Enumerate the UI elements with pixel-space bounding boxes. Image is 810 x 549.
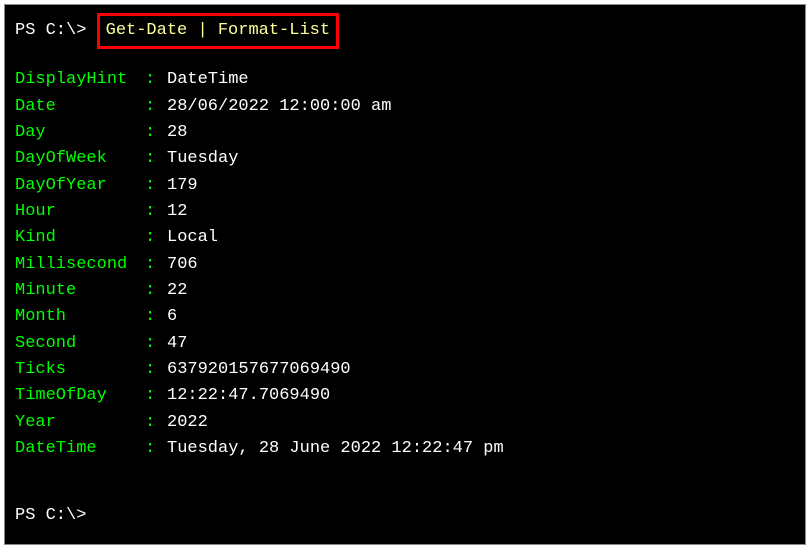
property-value: 706: [167, 252, 198, 278]
entered-command: Get-Date | Format-List: [97, 13, 339, 49]
property-value: 12:22:47.7069490: [167, 383, 330, 409]
colon-separator: :: [145, 120, 167, 146]
prompt-prefix: PS C:\>: [15, 18, 97, 44]
property-name: Kind: [15, 225, 145, 251]
property-value: 28: [167, 120, 187, 146]
property-value: Local: [167, 225, 218, 251]
property-name: DisplayHint: [15, 67, 145, 93]
output-row: Year:2022: [15, 410, 795, 436]
colon-separator: :: [145, 173, 167, 199]
prompt-line-2: PS C:\>: [15, 503, 795, 529]
colon-separator: :: [145, 94, 167, 120]
prompt-line-1: PS C:\> Get-Date | Format-List: [15, 13, 795, 49]
output-row: Second:47: [15, 331, 795, 357]
property-name: DayOfYear: [15, 173, 145, 199]
property-value: 179: [167, 173, 198, 199]
output-row: Hour:12: [15, 199, 795, 225]
terminal-window[interactable]: PS C:\> Get-Date | Format-List DisplayHi…: [4, 4, 806, 545]
colon-separator: :: [145, 304, 167, 330]
property-value: 2022: [167, 410, 208, 436]
colon-separator: :: [145, 331, 167, 357]
output-row: Date:28/06/2022 12:00:00 am: [15, 94, 795, 120]
colon-separator: :: [145, 357, 167, 383]
property-name: Ticks: [15, 357, 145, 383]
colon-separator: :: [145, 67, 167, 93]
colon-separator: :: [145, 410, 167, 436]
property-value: 12: [167, 199, 187, 225]
property-name: Year: [15, 410, 145, 436]
output-row: DateTime:Tuesday, 28 June 2022 12:22:47 …: [15, 436, 795, 462]
colon-separator: :: [145, 199, 167, 225]
output-row: DayOfWeek:Tuesday: [15, 146, 795, 172]
property-name: Hour: [15, 199, 145, 225]
property-value: 47: [167, 331, 187, 357]
property-value: DateTime: [167, 67, 249, 93]
property-name: DayOfWeek: [15, 146, 145, 172]
output-row: Millisecond:706: [15, 252, 795, 278]
property-name: Month: [15, 304, 145, 330]
colon-separator: :: [145, 278, 167, 304]
colon-separator: :: [145, 146, 167, 172]
colon-separator: :: [145, 383, 167, 409]
output-row: Kind:Local: [15, 225, 795, 251]
property-name: Second: [15, 331, 145, 357]
property-value: 28/06/2022 12:00:00 am: [167, 94, 391, 120]
property-name: Millisecond: [15, 252, 145, 278]
output-row: Minute:22: [15, 278, 795, 304]
output-row: DayOfYear:179: [15, 173, 795, 199]
property-name: TimeOfDay: [15, 383, 145, 409]
property-value: 6: [167, 304, 177, 330]
property-name: Date: [15, 94, 145, 120]
property-value: 22: [167, 278, 187, 304]
output-row: Ticks:637920157677069490: [15, 357, 795, 383]
output-row: Month:6: [15, 304, 795, 330]
output-row: DisplayHint:DateTime: [15, 67, 795, 93]
output-block: DisplayHint:DateTimeDate:28/06/2022 12:0…: [15, 67, 795, 462]
prompt-prefix-2: PS C:\>: [15, 506, 86, 525]
property-value: 637920157677069490: [167, 357, 351, 383]
property-name: Minute: [15, 278, 145, 304]
colon-separator: :: [145, 252, 167, 278]
output-row: TimeOfDay:12:22:47.7069490: [15, 383, 795, 409]
colon-separator: :: [145, 225, 167, 251]
property-name: Day: [15, 120, 145, 146]
colon-separator: :: [145, 436, 167, 462]
property-value: Tuesday: [167, 146, 238, 172]
property-name: DateTime: [15, 436, 145, 462]
property-value: Tuesday, 28 June 2022 12:22:47 pm: [167, 436, 504, 462]
output-row: Day:28: [15, 120, 795, 146]
